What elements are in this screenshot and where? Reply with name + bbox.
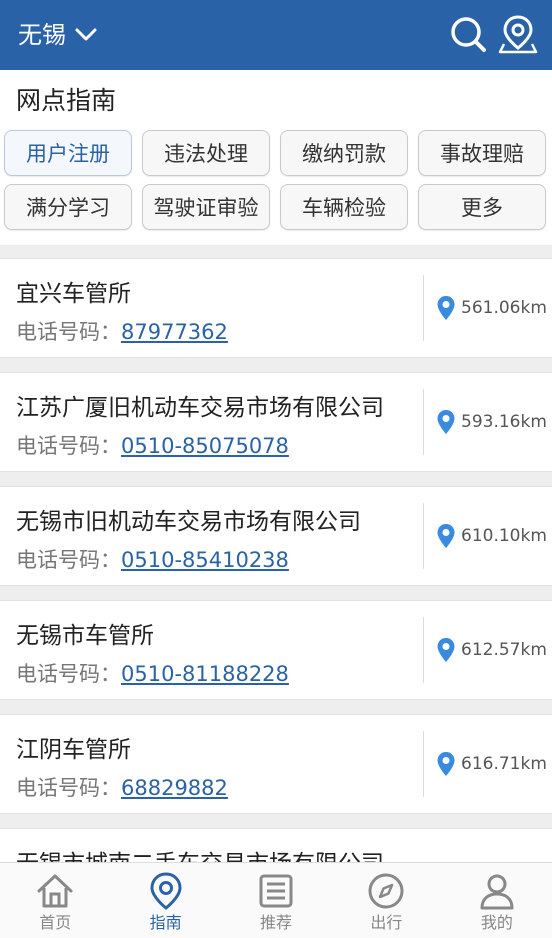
tab-label: 指南: [149, 913, 182, 932]
phone-label: 电话号码：: [16, 776, 121, 800]
distance-button[interactable]: 593.16km: [436, 409, 547, 435]
phone-row: 电话号码：0510-85075078: [16, 431, 289, 461]
tab-travel[interactable]: 出行: [331, 863, 441, 938]
category-more-button[interactable]: 更多: [418, 184, 546, 230]
category-button[interactable]: 用户注册: [4, 130, 132, 176]
city-selector[interactable]: 无锡: [18, 18, 98, 52]
location-pin-icon: [150, 872, 182, 910]
list-icon: [259, 874, 293, 908]
office-list-item[interactable]: 江苏广厦旧机动车交易市场有限公司 电话号码：0510-85075078 593.…: [0, 372, 552, 472]
tab-label: 推荐: [260, 913, 293, 932]
map-pin-icon[interactable]: [498, 14, 538, 54]
location-pin-icon: [437, 410, 455, 434]
category-button[interactable]: 满分学习: [4, 184, 132, 230]
distance-value: 612.57km: [461, 640, 547, 660]
category-grid: 用户注册 违法处理 缴纳罚款 事故理赔 满分学习 驾驶证审验 车辆检验 更多: [4, 130, 548, 230]
search-icon[interactable]: [448, 14, 488, 54]
tab-label: 出行: [370, 913, 403, 932]
office-name: 江苏广厦旧机动车交易市场有限公司: [16, 395, 384, 421]
city-name: 无锡: [18, 21, 66, 49]
app-root: 无锡 网点指南 用户注册 违法处理 缴纳罚款 事故理赔 满分学习 驾驶证审验 车…: [0, 0, 552, 938]
office-list-item[interactable]: 江阴车管所 电话号码：68829882 616.71km: [0, 714, 552, 814]
office-name: 宜兴车管所: [16, 281, 131, 307]
tab-mine[interactable]: 我的: [442, 863, 552, 938]
category-button[interactable]: 驾驶证审验: [142, 184, 270, 230]
divider: [423, 503, 424, 569]
phone-row: 电话号码：87977362: [16, 317, 228, 347]
office-list-item[interactable]: 宜兴车管所 电话号码：87977362 561.06km: [0, 258, 552, 358]
phone-link[interactable]: 87977362: [121, 320, 228, 344]
phone-row: 电话号码：0510-85410238: [16, 545, 289, 575]
office-list-item[interactable]: 无锡市旧机动车交易市场有限公司 电话号码：0510-85410238 610.1…: [0, 486, 552, 586]
location-pin-icon: [437, 752, 455, 776]
tab-label: 首页: [39, 913, 72, 932]
distance-button[interactable]: 612.57km: [436, 637, 547, 663]
top-header: 无锡: [0, 0, 552, 70]
phone-label: 电话号码：: [16, 662, 121, 686]
phone-label: 电话号码：: [16, 320, 121, 344]
category-button[interactable]: 缴纳罚款: [280, 130, 408, 176]
distance-value: 610.10km: [461, 526, 547, 546]
office-name: 无锡市旧机动车交易市场有限公司: [16, 509, 361, 535]
user-icon: [480, 874, 514, 910]
home-icon: [37, 874, 73, 908]
location-pin-icon: [437, 296, 455, 320]
distance-value: 593.16km: [461, 412, 547, 432]
tab-recommend[interactable]: 推荐: [221, 863, 331, 938]
location-pin-icon: [437, 524, 455, 548]
distance-value: 616.71km: [461, 754, 547, 774]
location-pin-icon: [437, 638, 455, 662]
phone-link[interactable]: 0510-81188228: [121, 662, 289, 686]
phone-label: 电话号码：: [16, 434, 121, 458]
phone-row: 电话号码：68829882: [16, 773, 228, 803]
distance-value: 561.06km: [461, 298, 547, 318]
office-list: 宜兴车管所 电话号码：87977362 561.06km 江苏广厦旧机动车交易市…: [0, 258, 552, 938]
phone-link[interactable]: 0510-85410238: [121, 548, 289, 572]
divider: [423, 275, 424, 341]
tab-home[interactable]: 首页: [0, 863, 110, 938]
divider: [423, 731, 424, 797]
phone-link[interactable]: 0510-85075078: [121, 434, 289, 458]
phone-link[interactable]: 68829882: [121, 776, 228, 800]
distance-button[interactable]: 610.10km: [436, 523, 547, 549]
phone-row: 电话号码：0510-81188228: [16, 659, 289, 689]
guide-section: 网点指南 用户注册 违法处理 缴纳罚款 事故理赔 满分学习 驾驶证审验 车辆检验…: [0, 70, 552, 245]
guide-title: 网点指南: [16, 86, 117, 115]
distance-button[interactable]: 561.06km: [436, 295, 547, 321]
office-name: 无锡市车管所: [16, 623, 154, 649]
office-name: 江阴车管所: [16, 737, 131, 763]
chevron-down-icon: [75, 28, 97, 41]
divider: [423, 617, 424, 683]
bottom-tab-bar: 首页 指南 推荐 出行 我的: [0, 862, 552, 938]
distance-button[interactable]: 616.71km: [436, 751, 547, 777]
tab-label: 我的: [480, 913, 513, 932]
category-button[interactable]: 事故理赔: [418, 130, 546, 176]
category-button[interactable]: 车辆检验: [280, 184, 408, 230]
category-button[interactable]: 违法处理: [142, 130, 270, 176]
divider: [423, 389, 424, 455]
phone-label: 电话号码：: [16, 548, 121, 572]
tab-guide[interactable]: 指南: [110, 863, 220, 938]
compass-icon: [368, 873, 404, 909]
office-list-item[interactable]: 无锡市车管所 电话号码：0510-81188228 612.57km: [0, 600, 552, 700]
